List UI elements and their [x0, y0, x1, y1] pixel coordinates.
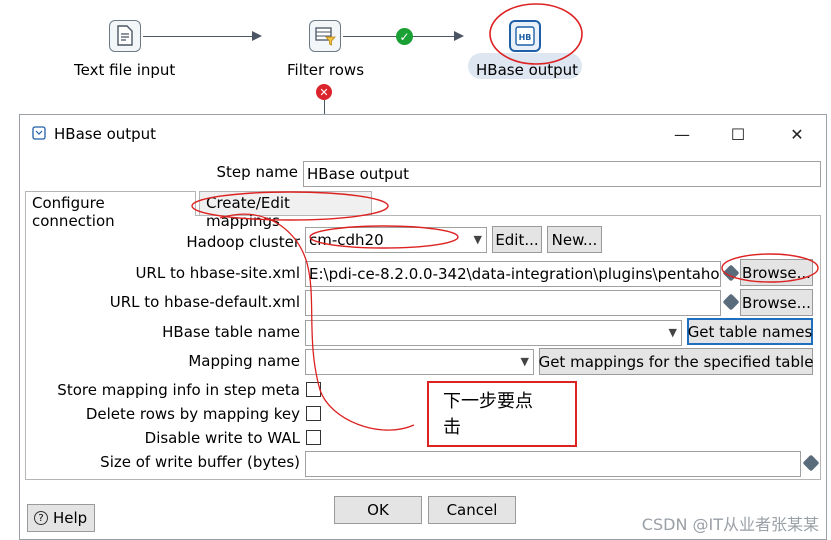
annotation-ellipse-cluster	[309, 225, 459, 249]
watermark: CSDN @IT从业者张某某	[641, 515, 819, 534]
annotation-arrow-curve	[219, 213, 415, 431]
annotation-note-line1: 下一步要点	[443, 391, 533, 412]
annotation-note-line2: 击	[443, 417, 461, 438]
annotation-ellipse-tab	[191, 191, 389, 221]
annotation-ellipse-browse	[721, 253, 819, 283]
annotation-overlay	[191, 191, 819, 431]
annotation-note: 下一步要点 击	[427, 381, 577, 447]
